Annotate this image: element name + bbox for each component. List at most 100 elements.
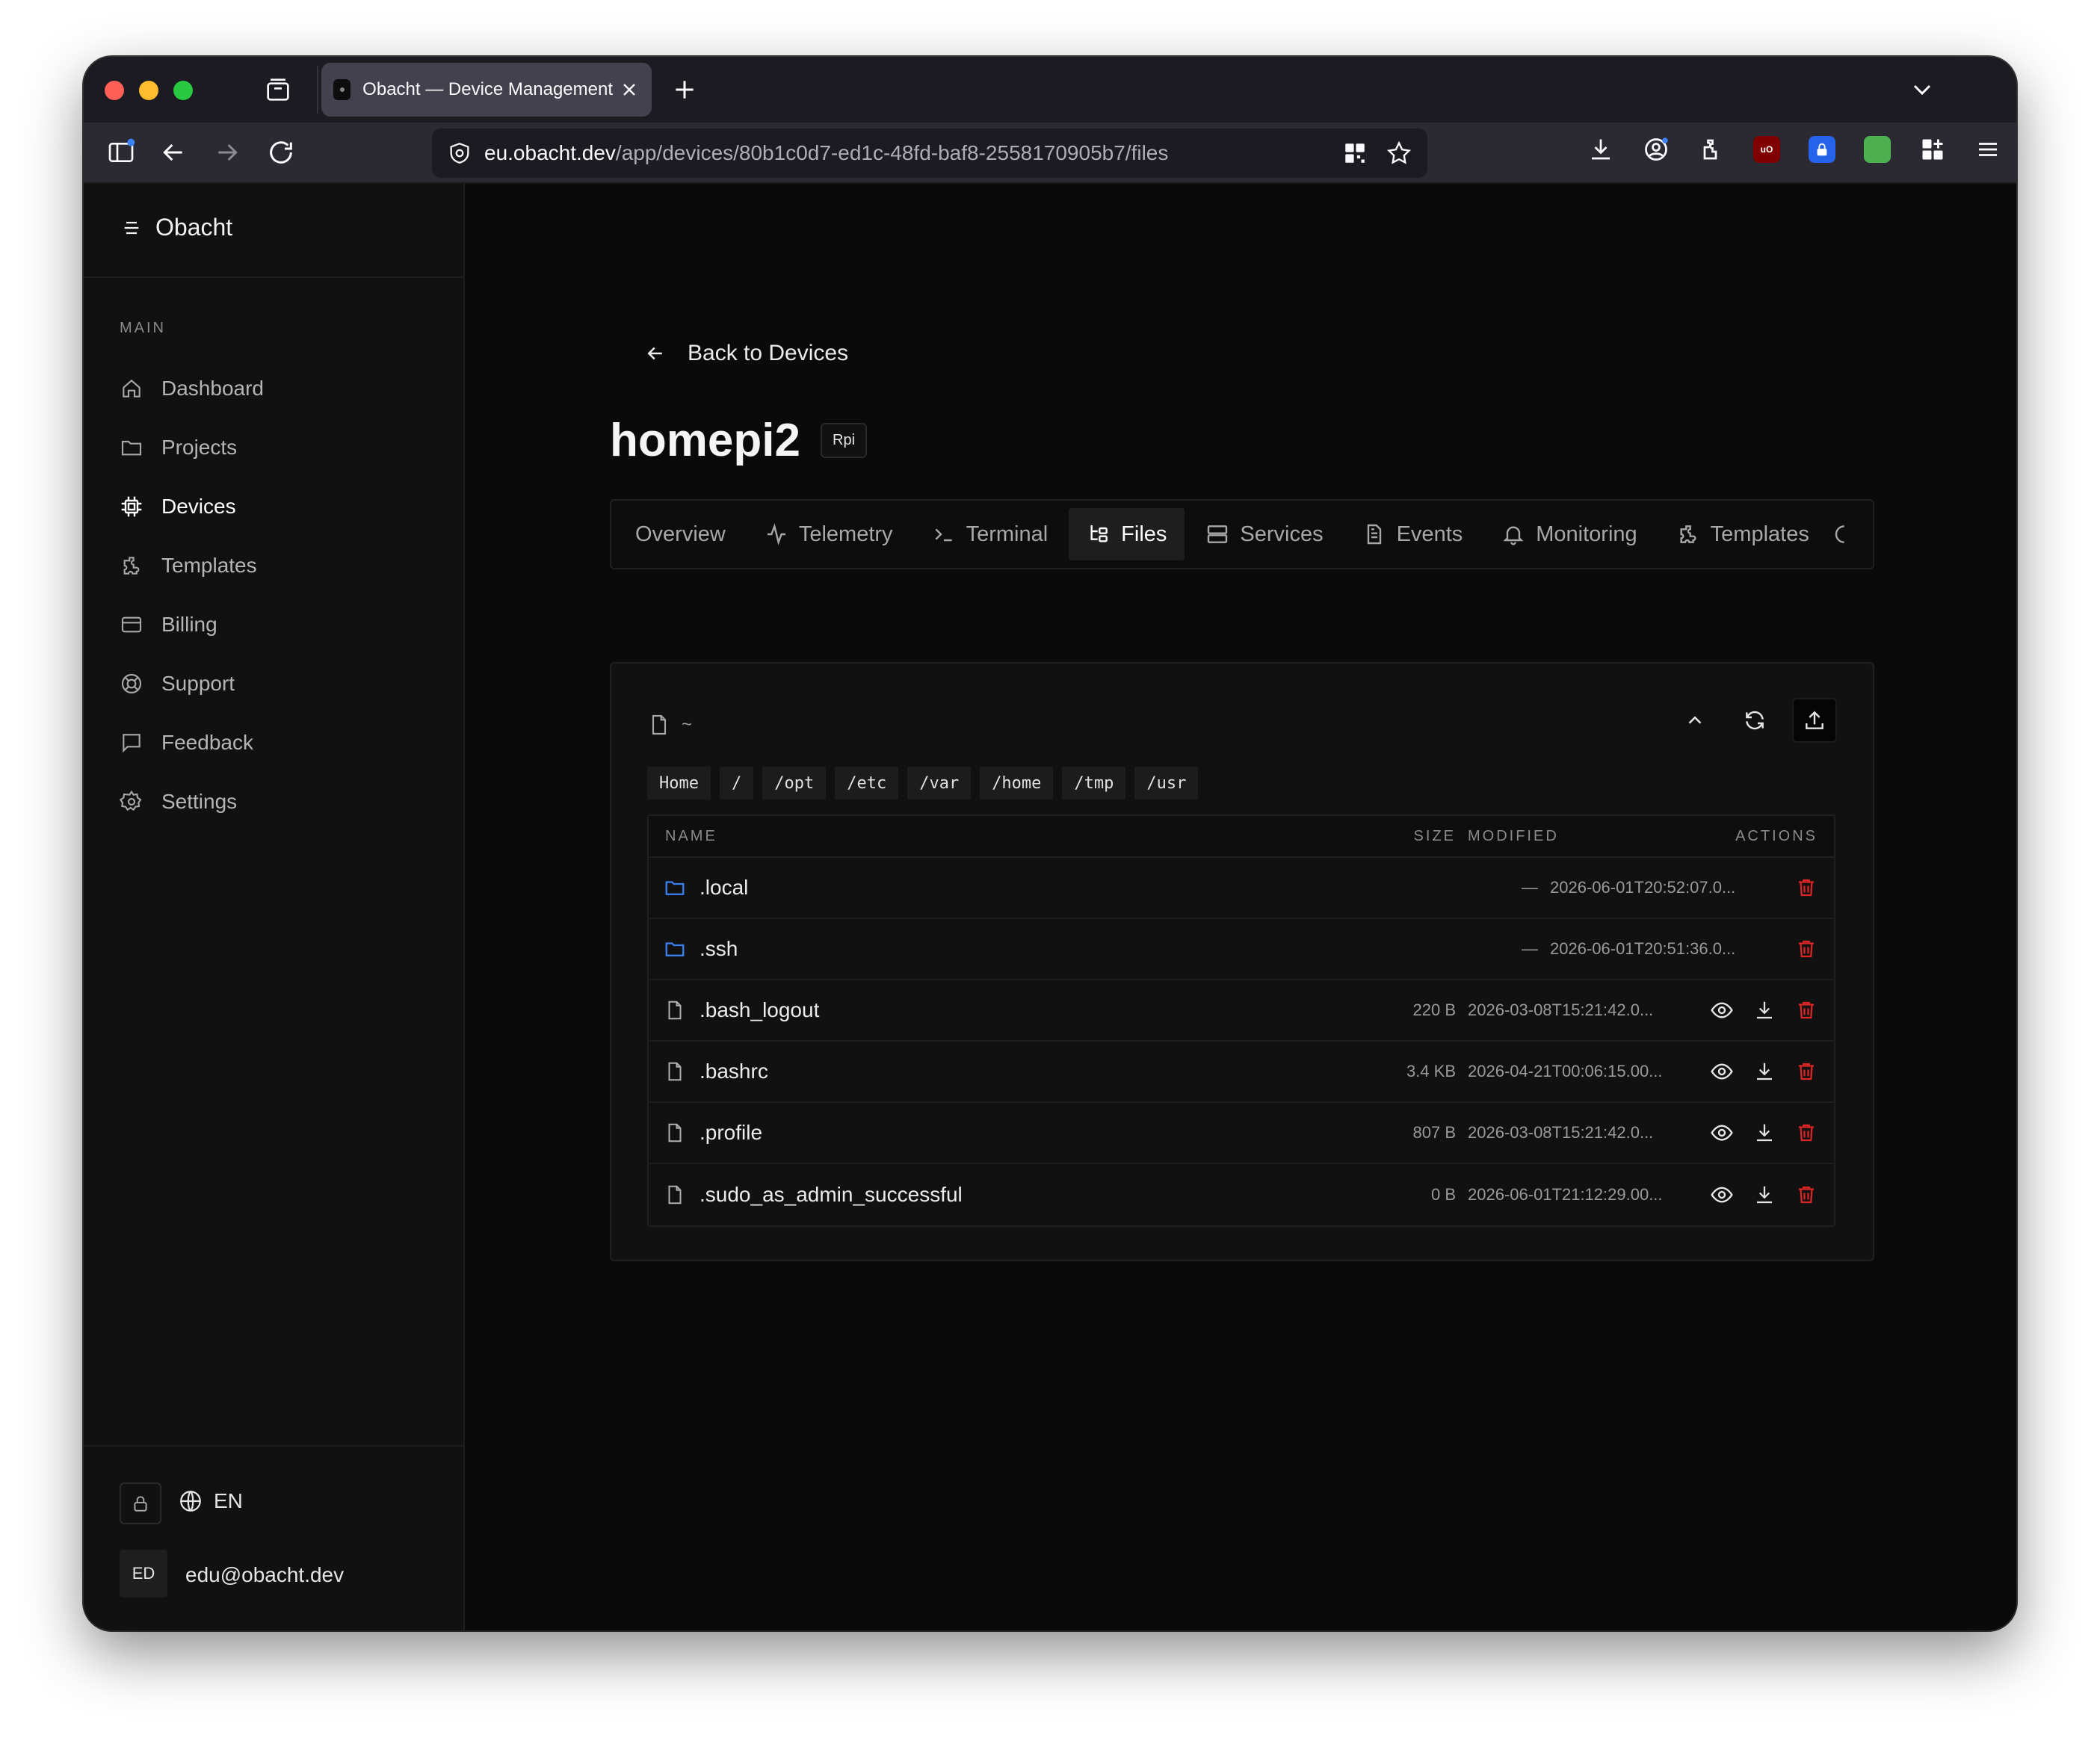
table-row[interactable]: .ssh — 2026-06-01T20:51:36.0... xyxy=(649,919,1834,980)
ublock-icon[interactable]: uO xyxy=(1753,136,1780,163)
trash-icon[interactable] xyxy=(1795,998,1818,1022)
col-name[interactable]: NAME xyxy=(649,828,1348,845)
url-text[interactable]: eu.obacht.dev/app/devices/80b1c0d7-ed1c-… xyxy=(484,141,1342,165)
address-bar[interactable]: eu.obacht.dev/app/devices/80b1c0d7-ed1c-… xyxy=(432,129,1427,178)
col-modified[interactable]: MODIFIED xyxy=(1468,828,1692,845)
file-name[interactable]: .bashrc xyxy=(700,1060,768,1083)
path-shortcuts: Home / /opt /etc /var /home /tmp /usr xyxy=(647,767,1199,800)
file-name[interactable]: .bash_logout xyxy=(700,998,819,1022)
crumb-opt[interactable]: /opt xyxy=(762,767,827,800)
tab-templates[interactable]: Templates xyxy=(1658,508,1827,560)
upload-button[interactable] xyxy=(1792,698,1837,743)
table-row[interactable]: .bash_logout 220 B 2026-03-08T15:21:42.0… xyxy=(649,980,1834,1042)
menu-hamburger-icon[interactable] xyxy=(1974,136,2001,163)
green-extension-icon[interactable] xyxy=(1864,136,1891,163)
download-icon[interactable] xyxy=(1587,136,1614,163)
trash-icon[interactable] xyxy=(1795,1060,1818,1083)
tab-monitoring[interactable]: Monitoring xyxy=(1483,508,1655,560)
gear-icon xyxy=(120,790,143,814)
minimize-window-button[interactable] xyxy=(139,81,158,100)
close-tab-icon[interactable] xyxy=(619,79,640,100)
file-name[interactable]: .profile xyxy=(700,1121,762,1145)
col-size[interactable]: SIZE xyxy=(1348,828,1468,845)
trash-icon[interactable] xyxy=(1795,1183,1818,1207)
table-row[interactable]: .local — 2026-06-01T20:52:07.0... xyxy=(649,858,1834,919)
crumb-usr[interactable]: /usr xyxy=(1134,767,1199,800)
file-name[interactable]: .ssh xyxy=(700,937,738,961)
trash-icon[interactable] xyxy=(1795,938,1818,960)
download-icon[interactable] xyxy=(1753,1060,1776,1083)
download-icon[interactable] xyxy=(1753,1121,1776,1145)
crumb-home[interactable]: Home xyxy=(647,767,711,800)
apps-grid-icon[interactable] xyxy=(1919,136,1946,163)
sidebar-item-devices[interactable]: Devices xyxy=(120,477,433,536)
brand[interactable]: Obacht xyxy=(121,214,232,241)
sidebar-item-settings[interactable]: Settings xyxy=(120,772,433,831)
sidebar-toggle-icon[interactable] xyxy=(106,137,136,167)
extensions-icon[interactable] xyxy=(1698,136,1725,163)
eye-icon[interactable] xyxy=(1710,1121,1734,1145)
tab-events[interactable]: Events xyxy=(1344,508,1481,560)
back-arrow-icon[interactable] xyxy=(158,137,188,167)
current-path: ~ xyxy=(647,713,692,737)
tab-files[interactable]: Files xyxy=(1069,508,1185,560)
eye-icon[interactable] xyxy=(1710,1183,1734,1207)
eye-icon[interactable] xyxy=(1710,998,1734,1022)
tab-overview[interactable]: Overview xyxy=(617,508,744,560)
files-table: NAME SIZE MODIFIED ACTIONS .local — 2026… xyxy=(647,814,1835,1227)
browser-tab-title: Obacht — Device Management xyxy=(362,79,613,99)
lock-button[interactable] xyxy=(120,1482,161,1524)
trash-icon[interactable] xyxy=(1795,1121,1818,1145)
trash-icon[interactable] xyxy=(1795,876,1818,899)
file-size: 0 B xyxy=(1430,1185,1456,1204)
sidebar-item-projects[interactable]: Projects xyxy=(120,418,433,477)
table-row[interactable]: .profile 807 B 2026-03-08T15:21:42.0... xyxy=(649,1103,1834,1164)
close-window-button[interactable] xyxy=(105,81,124,100)
bookmark-star-icon[interactable] xyxy=(1386,140,1412,167)
browser-tab-active[interactable]: Obacht — Device Management xyxy=(321,63,652,117)
tab-services[interactable]: Services xyxy=(1188,508,1341,560)
table-row[interactable]: .sudo_as_admin_successful 0 B 2026-06-01… xyxy=(649,1164,1834,1225)
sidebar-item-templates[interactable]: Templates xyxy=(120,536,433,595)
tab-terminal[interactable]: Terminal xyxy=(914,508,1066,560)
file-modified: 2026-06-01T20:51:36.0... xyxy=(1550,939,1736,958)
sidebar-item-billing[interactable]: Billing xyxy=(120,595,433,654)
lock-extension-icon[interactable] xyxy=(1809,136,1835,163)
file-icon xyxy=(664,999,686,1021)
file-name[interactable]: .local xyxy=(700,876,748,900)
maximize-window-button[interactable] xyxy=(173,81,193,100)
avatar[interactable]: ED xyxy=(120,1550,167,1598)
crumb-tmp[interactable]: /tmp xyxy=(1062,767,1126,800)
crumb-var[interactable]: /var xyxy=(907,767,972,800)
tab-overflow[interactable] xyxy=(1830,508,1853,560)
sidebar-item-feedback[interactable]: Feedback xyxy=(120,713,433,772)
refresh-button[interactable] xyxy=(1732,698,1777,743)
crumb-etc[interactable]: /etc xyxy=(835,767,899,800)
sidebar-nav: Dashboard Projects Devices Templates Bil… xyxy=(120,359,433,831)
collapse-button[interactable] xyxy=(1673,698,1717,743)
crumb-root[interactable]: / xyxy=(719,767,754,800)
section-label: MAIN xyxy=(120,320,166,336)
reload-icon[interactable] xyxy=(266,137,296,167)
new-tab-icon[interactable] xyxy=(670,75,700,105)
sidebar-item-support[interactable]: Support xyxy=(120,654,433,713)
chevron-down-icon[interactable] xyxy=(1907,75,1937,105)
shield-icon[interactable] xyxy=(447,140,472,166)
user-email[interactable]: edu@obacht.dev xyxy=(185,1563,344,1587)
table-row[interactable]: .bashrc 3.4 KB 2026-04-21T00:06:15.00... xyxy=(649,1042,1834,1103)
sidebar-item-dashboard[interactable]: Dashboard xyxy=(120,359,433,418)
back-to-devices-link[interactable]: Back to Devices xyxy=(644,341,848,366)
browser-navbar: eu.obacht.dev/app/devices/80b1c0d7-ed1c-… xyxy=(84,123,2016,184)
download-icon[interactable] xyxy=(1753,1183,1776,1207)
crumb-home-dir[interactable]: /home xyxy=(980,767,1054,800)
tab-overview-icon[interactable] xyxy=(263,75,293,105)
eye-icon[interactable] xyxy=(1710,1060,1734,1083)
account-icon[interactable] xyxy=(1643,136,1670,163)
tab-telemetry[interactable]: Telemetry xyxy=(747,508,911,560)
download-icon[interactable] xyxy=(1753,998,1776,1022)
language-selector[interactable]: EN xyxy=(178,1488,243,1514)
qr-code-icon[interactable] xyxy=(1342,140,1368,166)
file-name[interactable]: .sudo_as_admin_successful xyxy=(700,1183,963,1207)
forward-arrow-icon[interactable] xyxy=(212,137,242,167)
message-icon xyxy=(120,731,143,755)
